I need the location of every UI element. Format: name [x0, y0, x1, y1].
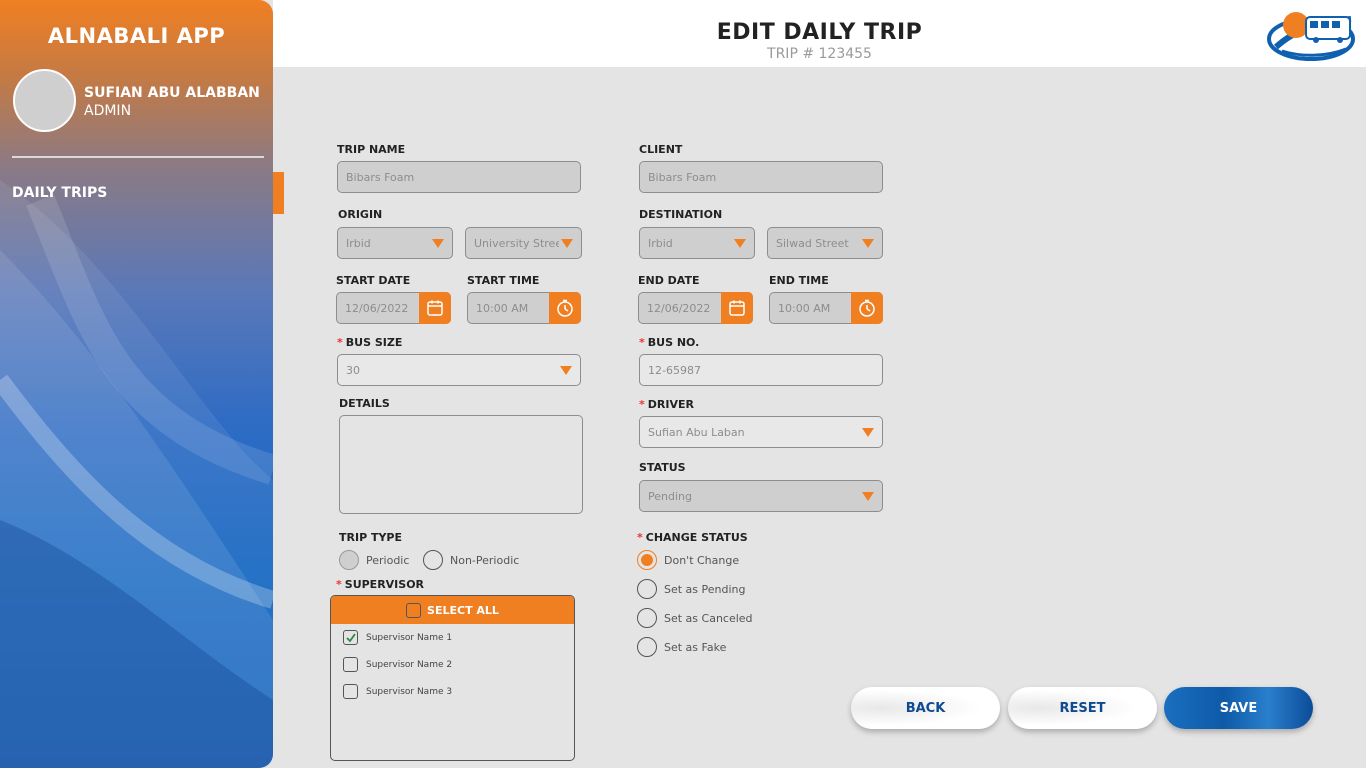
bus-no-value: 12-65987 — [648, 363, 701, 377]
start-date-label: START DATE — [336, 274, 411, 287]
trip-type-non-periodic[interactable]: Non-Periodic — [423, 550, 519, 570]
trip-name-field[interactable]: Bibars Foam — [337, 161, 581, 193]
supervisor-label: * SUPERVISOR — [336, 578, 425, 591]
details-label: DETAILS — [339, 397, 390, 410]
calendar-icon[interactable] — [419, 292, 451, 324]
change-status-fake[interactable]: Set as Fake — [637, 637, 726, 657]
end-date-label: END DATE — [638, 274, 700, 287]
radio-set-canceled[interactable] — [637, 608, 657, 628]
start-time-label: START TIME — [467, 274, 540, 287]
chevron-down-icon — [561, 238, 573, 248]
supervisor-item-3[interactable]: Supervisor Name 3 — [343, 684, 452, 699]
trip-name-label: TRIP NAME — [337, 143, 406, 156]
start-time-field[interactable]: 10:00 AM — [467, 292, 581, 324]
origin-street-select[interactable]: University Street — [465, 227, 582, 259]
end-date-field[interactable]: 12/06/2022 — [638, 292, 753, 324]
radio-periodic[interactable] — [339, 550, 359, 570]
select-all-checkbox[interactable] — [406, 602, 422, 618]
chevron-down-icon — [560, 365, 572, 375]
chevron-down-icon — [734, 238, 746, 248]
checkmark-icon — [345, 632, 356, 642]
bus-no-field[interactable]: 12-65987 — [639, 354, 883, 386]
trip-name-value: Bibars Foam — [346, 170, 415, 184]
client-field[interactable]: Bibars Foam — [639, 161, 883, 193]
driver-select[interactable]: Sufian Abu Laban — [639, 416, 883, 448]
chevron-down-icon — [862, 238, 874, 248]
calendar-icon[interactable] — [721, 292, 753, 324]
destination-street-value: Silwad Street — [776, 236, 849, 250]
bus-size-value: 30 — [346, 363, 360, 377]
bus-size-select[interactable]: 30 — [337, 354, 581, 386]
client-label: CLIENT — [639, 143, 683, 156]
select-all-row[interactable]: SELECT ALL — [331, 596, 574, 624]
change-status-dont-change[interactable]: Don't Change — [637, 550, 739, 570]
status-value: Pending — [648, 489, 692, 503]
back-button[interactable]: BACK — [851, 687, 1000, 729]
radio-set-fake[interactable] — [637, 637, 657, 657]
end-time-field[interactable]: 10:00 AM — [769, 292, 883, 324]
bus-no-label: * BUS NO. — [639, 336, 700, 349]
supervisor-item-2[interactable]: Supervisor Name 2 — [343, 657, 452, 672]
destination-city-select[interactable]: Irbid — [639, 227, 755, 259]
origin-street-value: University Street — [474, 236, 559, 250]
supervisor-1-checkbox[interactable] — [343, 630, 358, 645]
clock-icon[interactable] — [851, 292, 883, 324]
destination-city-value: Irbid — [648, 236, 673, 250]
change-status-label: * CHANGE STATUS — [637, 531, 748, 544]
page-title: EDIT DAILY TRIP — [716, 20, 923, 45]
active-nav-indicator — [273, 172, 284, 214]
chevron-down-icon — [862, 491, 874, 501]
destination-street-select[interactable]: Silwad Street — [767, 227, 883, 259]
status-select[interactable]: Pending — [639, 480, 883, 512]
origin-city-value: Irbid — [346, 236, 371, 250]
supervisor-item-1[interactable]: Supervisor Name 1 — [343, 630, 452, 645]
client-value: Bibars Foam — [648, 170, 717, 184]
chevron-down-icon — [432, 238, 444, 248]
sidebar-item-daily-trips[interactable]: DAILY TRIPS — [12, 185, 107, 201]
radio-set-pending[interactable] — [637, 579, 657, 599]
destination-label: DESTINATION — [639, 208, 723, 221]
chevron-down-icon — [862, 427, 874, 437]
supervisor-2-checkbox[interactable] — [343, 657, 358, 672]
origin-city-select[interactable]: Irbid — [337, 227, 453, 259]
change-status-pending[interactable]: Set as Pending — [637, 579, 746, 599]
details-textarea[interactable] — [339, 415, 583, 514]
trip-type-periodic[interactable]: Periodic — [339, 550, 409, 570]
origin-label: ORIGIN — [338, 208, 383, 221]
supervisor-3-checkbox[interactable] — [343, 684, 358, 699]
end-time-label: END TIME — [769, 274, 829, 287]
start-date-field[interactable]: 12/06/2022 — [336, 292, 451, 324]
reset-button[interactable]: RESET — [1008, 687, 1157, 729]
trip-type-label: TRIP TYPE — [339, 531, 403, 544]
sidebar: ALNABALI APP SUFIAN ABU ALABBAN ADMIN DA… — [0, 0, 273, 768]
radio-dont-change[interactable] — [637, 550, 657, 570]
radio-non-periodic[interactable] — [423, 550, 443, 570]
sidebar-divider — [12, 156, 264, 158]
user-role: ADMIN — [84, 103, 132, 119]
company-logo-icon — [1267, 12, 1355, 61]
bus-size-label: * BUS SIZE — [337, 336, 403, 349]
change-status-canceled[interactable]: Set as Canceled — [637, 608, 753, 628]
status-label: STATUS — [639, 461, 686, 474]
app-title: ALNABALI APP — [47, 24, 226, 48]
header: EDIT DAILY TRIP TRIP # 123455 — [273, 0, 1366, 67]
save-button[interactable]: SAVE — [1164, 687, 1313, 729]
driver-label: * DRIVER — [639, 398, 694, 411]
clock-icon[interactable] — [549, 292, 581, 324]
driver-value: Sufian Abu Laban — [648, 425, 745, 439]
avatar[interactable] — [13, 69, 76, 132]
page-subtitle: TRIP # 123455 — [767, 46, 872, 62]
user-name: SUFIAN ABU ALABBAN — [84, 85, 260, 101]
supervisor-list: SELECT ALL Supervisor Name 1 Supervisor … — [330, 595, 575, 761]
